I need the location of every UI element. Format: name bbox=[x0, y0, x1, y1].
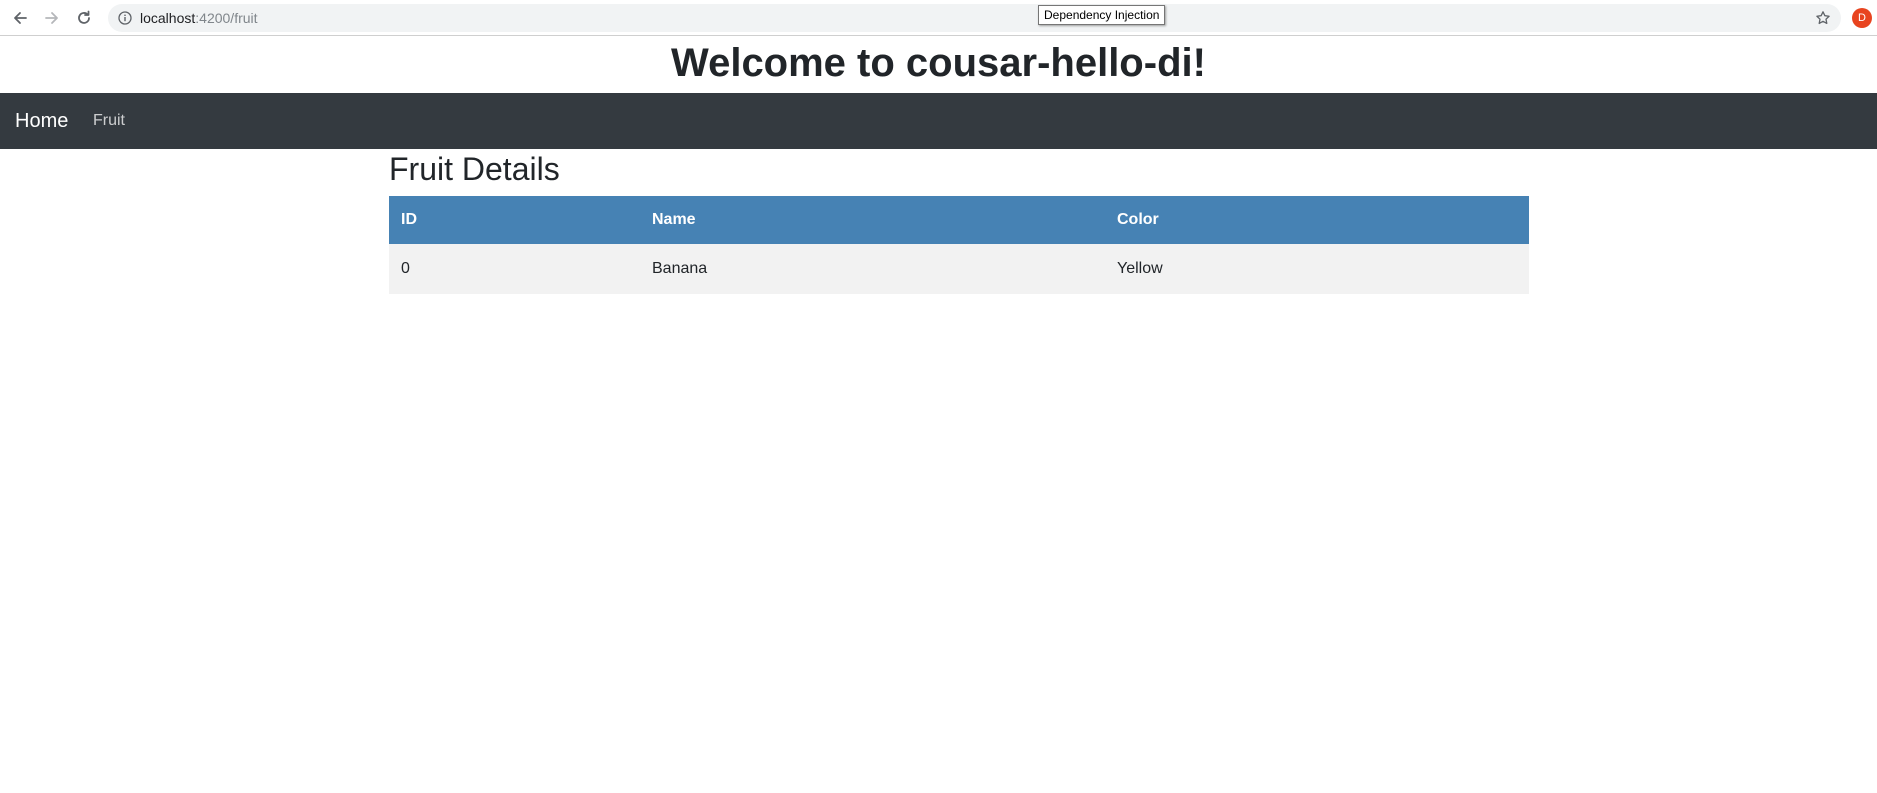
star-icon[interactable] bbox=[1815, 10, 1831, 26]
url-host: localhost bbox=[140, 10, 196, 26]
reload-button[interactable] bbox=[72, 6, 96, 30]
column-header-color: Color bbox=[1105, 196, 1529, 244]
profile-avatar[interactable]: D bbox=[1852, 8, 1872, 28]
url-text[interactable]: localhost:4200/fruit bbox=[140, 4, 258, 32]
url-path: :4200/fruit bbox=[195, 10, 258, 26]
table-header-row: ID Name Color bbox=[389, 196, 1529, 244]
info-circle-icon[interactable] bbox=[118, 11, 132, 25]
browser-toolbar: localhost:4200/fruit D bbox=[0, 0, 1877, 36]
column-header-name: Name bbox=[640, 196, 1105, 244]
tooltip: Dependency Injection bbox=[1038, 5, 1166, 25]
fruit-table: ID Name Color 0 Banana Yellow bbox=[389, 196, 1529, 294]
cell-id: 0 bbox=[389, 244, 640, 294]
navbar: Home Fruit bbox=[0, 93, 1877, 149]
section-heading: Fruit Details bbox=[389, 151, 560, 187]
nav-brand-home[interactable]: Home bbox=[15, 93, 68, 149]
reload-icon bbox=[78, 10, 90, 24]
page-title: Welcome to cousar-hello-di! bbox=[671, 41, 1206, 85]
arrow-right-icon bbox=[45, 12, 58, 24]
forward-button[interactable] bbox=[40, 6, 64, 30]
column-header-id: ID bbox=[389, 196, 640, 244]
table-row: 0 Banana Yellow bbox=[389, 244, 1529, 294]
arrow-left-icon bbox=[14, 12, 27, 24]
cell-name: Banana bbox=[640, 244, 1105, 294]
address-bar[interactable]: localhost:4200/fruit bbox=[108, 4, 1841, 32]
back-button[interactable] bbox=[8, 6, 32, 30]
cell-color: Yellow bbox=[1105, 244, 1529, 294]
nav-link-fruit[interactable]: Fruit bbox=[93, 93, 125, 149]
